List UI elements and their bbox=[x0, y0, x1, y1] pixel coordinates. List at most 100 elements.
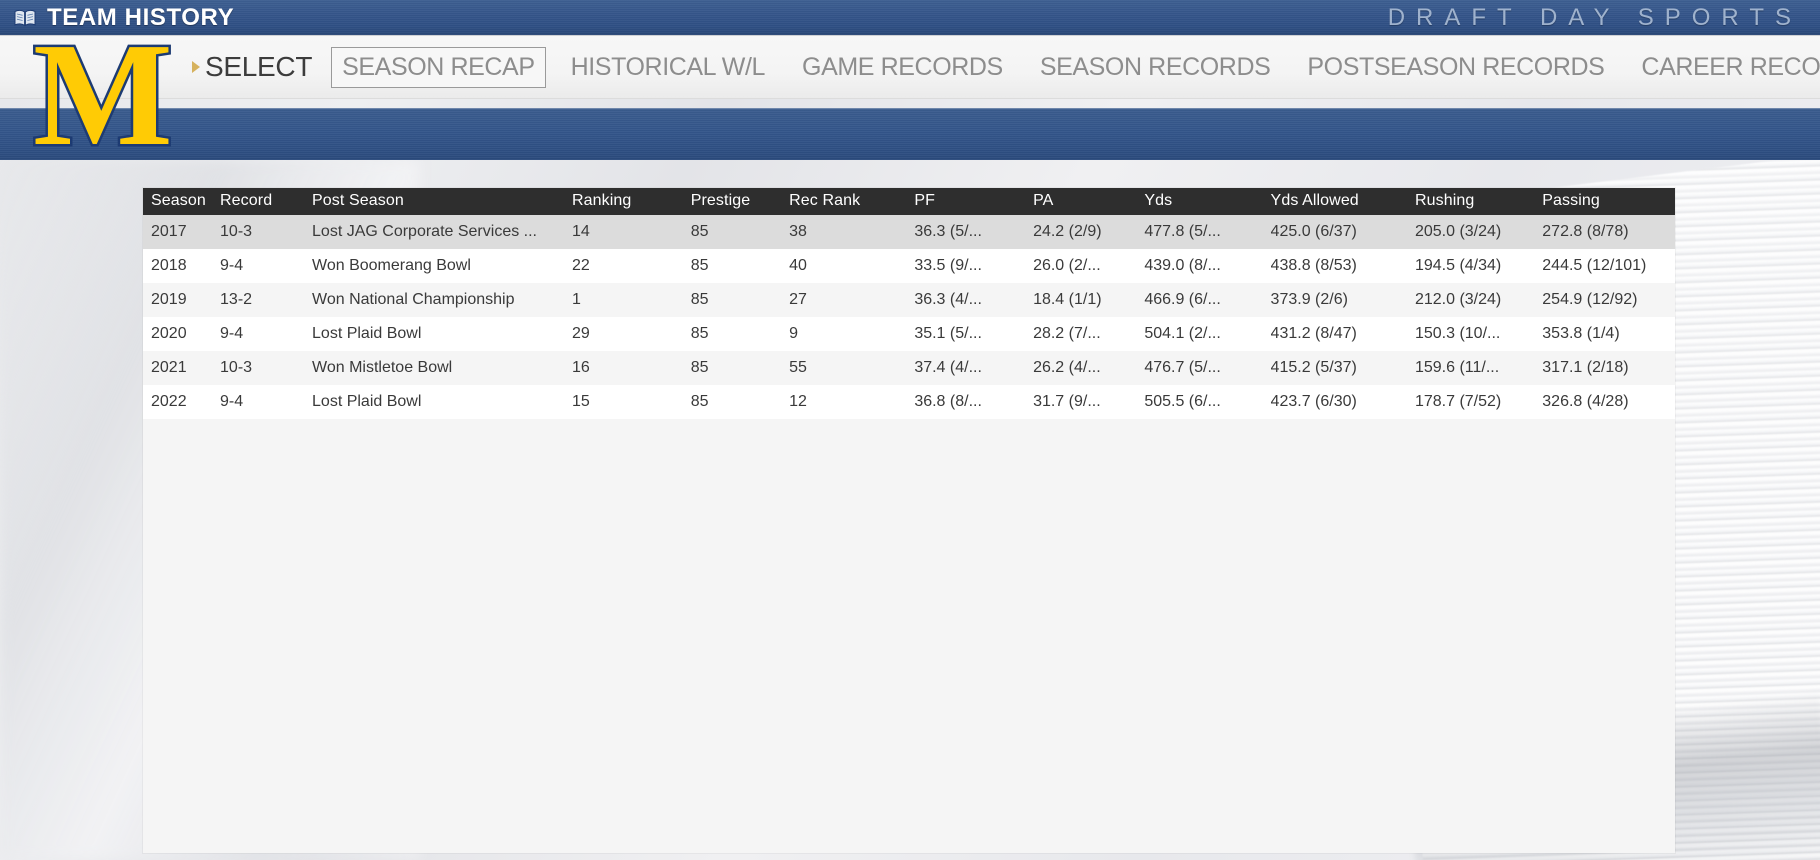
cell-pf: 37.4 (4/... bbox=[914, 351, 1033, 385]
table-body: 2017 10-3 Lost JAG Corporate Services ..… bbox=[143, 215, 1675, 419]
tab-postseason-records[interactable]: POSTSEASON RECORDS bbox=[1292, 48, 1619, 87]
cell-rushing: 212.0 (3/24) bbox=[1415, 283, 1542, 317]
cell-post-season: Lost JAG Corporate Services ... bbox=[312, 215, 572, 249]
column-header-pf[interactable]: PF bbox=[914, 188, 1033, 215]
table-row[interactable]: 2019 13-2 Won National Championship 1 85… bbox=[143, 283, 1675, 317]
team-logo: M bbox=[33, 32, 173, 158]
cell-yds: 439.0 (8/... bbox=[1144, 249, 1270, 283]
cell-yds-allowed: 415.2 (5/37) bbox=[1271, 351, 1415, 385]
column-header-yds[interactable]: Yds bbox=[1144, 188, 1270, 215]
cell-yds: 505.5 (6/... bbox=[1144, 385, 1270, 419]
cell-record: 13-2 bbox=[220, 283, 312, 317]
cell-pa: 26.2 (4/... bbox=[1033, 351, 1144, 385]
table-row[interactable]: 2018 9-4 Won Boomerang Bowl 22 85 40 33.… bbox=[143, 249, 1675, 283]
tab-historical-wl[interactable]: HISTORICAL W/L bbox=[556, 48, 780, 87]
brand-label: DRAFT DAY SPORTS bbox=[1388, 4, 1820, 32]
cell-yds: 466.9 (6/... bbox=[1144, 283, 1270, 317]
cell-passing: 326.8 (4/28) bbox=[1542, 385, 1675, 419]
nav-bar: SELECT SEASON RECAP HISTORICAL W/L GAME … bbox=[0, 36, 1820, 99]
table-row[interactable]: 2022 9-4 Lost Plaid Bowl 15 85 12 36.8 (… bbox=[143, 385, 1675, 419]
cell-season: 2018 bbox=[143, 249, 220, 283]
column-header-rushing[interactable]: Rushing bbox=[1415, 188, 1542, 215]
column-header-ranking[interactable]: Ranking bbox=[572, 188, 691, 215]
tab-game-records[interactable]: GAME RECORDS bbox=[787, 48, 1018, 87]
table-header: Season Record Post Season Ranking Presti… bbox=[143, 188, 1675, 215]
cell-pa: 24.2 (2/9) bbox=[1033, 215, 1144, 249]
cell-pa: 26.0 (2/... bbox=[1033, 249, 1144, 283]
cell-rushing: 194.5 (4/34) bbox=[1415, 249, 1542, 283]
cell-rec-rank: 27 bbox=[789, 283, 914, 317]
cell-ranking: 16 bbox=[572, 351, 691, 385]
cell-pf: 35.1 (5/... bbox=[914, 317, 1033, 351]
cell-record: 10-3 bbox=[220, 215, 312, 249]
cell-prestige: 85 bbox=[691, 215, 789, 249]
cell-record: 9-4 bbox=[220, 385, 312, 419]
cell-season: 2020 bbox=[143, 317, 220, 351]
triangle-right-icon bbox=[192, 61, 200, 73]
cell-pf: 36.3 (5/... bbox=[914, 215, 1033, 249]
cell-record: 10-3 bbox=[220, 351, 312, 385]
tab-season-recap[interactable]: SEASON RECAP bbox=[331, 47, 545, 88]
select-group: SELECT bbox=[192, 51, 312, 83]
cell-post-season: Won National Championship bbox=[312, 283, 572, 317]
cell-prestige: 85 bbox=[691, 283, 789, 317]
cell-post-season: Lost Plaid Bowl bbox=[312, 385, 572, 419]
cell-season: 2021 bbox=[143, 351, 220, 385]
cell-passing: 317.1 (2/18) bbox=[1542, 351, 1675, 385]
cell-pa: 28.2 (7/... bbox=[1033, 317, 1144, 351]
table-row[interactable]: 2021 10-3 Won Mistletoe Bowl 16 85 55 37… bbox=[143, 351, 1675, 385]
cell-ranking: 1 bbox=[572, 283, 691, 317]
cell-pf: 36.8 (8/... bbox=[914, 385, 1033, 419]
column-header-yds-allowed[interactable]: Yds Allowed bbox=[1271, 188, 1415, 215]
cell-passing: 244.5 (12/101) bbox=[1542, 249, 1675, 283]
cell-rec-rank: 38 bbox=[789, 215, 914, 249]
cell-yds-allowed: 425.0 (6/37) bbox=[1271, 215, 1415, 249]
table-row[interactable]: 2017 10-3 Lost JAG Corporate Services ..… bbox=[143, 215, 1675, 249]
cell-yds: 504.1 (2/... bbox=[1144, 317, 1270, 351]
cell-season: 2022 bbox=[143, 385, 220, 419]
cell-pa: 18.4 (1/1) bbox=[1033, 283, 1144, 317]
cell-passing: 254.9 (12/92) bbox=[1542, 283, 1675, 317]
cell-yds-allowed: 438.8 (8/53) bbox=[1271, 249, 1415, 283]
cell-prestige: 85 bbox=[691, 317, 789, 351]
cell-ranking: 14 bbox=[572, 215, 691, 249]
cell-rec-rank: 55 bbox=[789, 351, 914, 385]
tab-career-records[interactable]: CAREER RECORDS bbox=[1626, 48, 1820, 87]
cell-prestige: 85 bbox=[691, 385, 789, 419]
cell-yds-allowed: 423.7 (6/30) bbox=[1271, 385, 1415, 419]
cell-rushing: 159.6 (11/... bbox=[1415, 351, 1542, 385]
cell-passing: 272.8 (8/78) bbox=[1542, 215, 1675, 249]
cell-yds: 477.8 (5/... bbox=[1144, 215, 1270, 249]
title-bar: TEAM HISTORY DRAFT DAY SPORTS bbox=[0, 0, 1820, 36]
column-header-passing[interactable]: Passing bbox=[1542, 188, 1675, 215]
cell-rushing: 205.0 (3/24) bbox=[1415, 215, 1542, 249]
cell-season: 2019 bbox=[143, 283, 220, 317]
cell-rec-rank: 9 bbox=[789, 317, 914, 351]
cell-post-season: Won Boomerang Bowl bbox=[312, 249, 572, 283]
season-recap-panel: Season Record Post Season Ranking Presti… bbox=[143, 188, 1675, 853]
cell-rushing: 150.3 (10/... bbox=[1415, 317, 1542, 351]
cell-pa: 31.7 (9/... bbox=[1033, 385, 1144, 419]
nav-tab-list: SELECT SEASON RECAP HISTORICAL W/L GAME … bbox=[0, 47, 1820, 88]
column-header-record[interactable]: Record bbox=[220, 188, 312, 215]
table-row[interactable]: 2020 9-4 Lost Plaid Bowl 29 85 9 35.1 (5… bbox=[143, 317, 1675, 351]
column-header-season[interactable]: Season bbox=[143, 188, 220, 215]
cell-prestige: 85 bbox=[691, 351, 789, 385]
cell-yds: 476.7 (5/... bbox=[1144, 351, 1270, 385]
column-header-rec-rank[interactable]: Rec Rank bbox=[789, 188, 914, 215]
column-header-post-season[interactable]: Post Season bbox=[312, 188, 572, 215]
tab-season-records[interactable]: SEASON RECORDS bbox=[1025, 48, 1286, 87]
cell-rushing: 178.7 (7/52) bbox=[1415, 385, 1542, 419]
cell-ranking: 29 bbox=[572, 317, 691, 351]
cell-prestige: 85 bbox=[691, 249, 789, 283]
cell-season: 2017 bbox=[143, 215, 220, 249]
cell-passing: 353.8 (1/4) bbox=[1542, 317, 1675, 351]
cell-pf: 33.5 (9/... bbox=[914, 249, 1033, 283]
cell-pf: 36.3 (4/... bbox=[914, 283, 1033, 317]
cell-ranking: 15 bbox=[572, 385, 691, 419]
cell-rec-rank: 12 bbox=[789, 385, 914, 419]
column-header-prestige[interactable]: Prestige bbox=[691, 188, 789, 215]
column-header-pa[interactable]: PA bbox=[1033, 188, 1144, 215]
cell-ranking: 22 bbox=[572, 249, 691, 283]
cell-record: 9-4 bbox=[220, 317, 312, 351]
